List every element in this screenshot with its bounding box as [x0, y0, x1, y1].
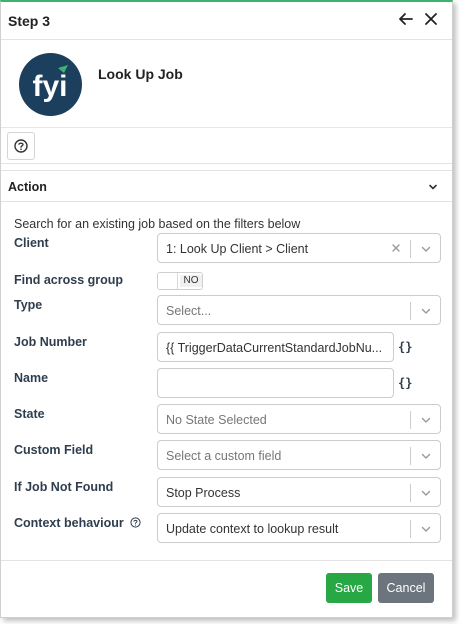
context-behaviour-label: Context behaviour — [14, 516, 141, 530]
chevron-down-icon[interactable] — [420, 450, 432, 462]
find-across-group-label: Find across group — [14, 273, 124, 287]
custom-field-label: Custom Field — [14, 443, 94, 457]
type-placeholder: Select... — [166, 304, 212, 318]
toggle-state-text: NO — [180, 275, 202, 287]
panel-footer: Save Cancel — [1, 560, 452, 618]
help-button[interactable] — [7, 132, 35, 160]
question-circle-icon[interactable] — [130, 517, 141, 528]
select-separator — [410, 411, 411, 429]
variable-picker-icon[interactable]: {} — [398, 340, 412, 354]
context-behaviour-label-text: Context behaviour — [14, 516, 124, 530]
custom-field-placeholder: Select a custom field — [166, 449, 282, 463]
select-separator — [410, 520, 411, 538]
step-card: fyi Look Up Job — [1, 40, 452, 128]
close-icon[interactable] — [420, 8, 442, 30]
select-separator — [410, 484, 411, 502]
custom-field-select[interactable]: Select a custom field — [157, 440, 441, 470]
if-job-not-found-value: Stop Process — [166, 486, 241, 500]
find-across-group-toggle[interactable]: NO — [157, 272, 203, 290]
logo-text: fyi — [32, 70, 67, 103]
arrow-left-icon[interactable] — [395, 8, 417, 30]
state-select[interactable]: No State Selected — [157, 404, 441, 434]
chevron-down-icon[interactable] — [420, 305, 432, 317]
name-input[interactable] — [157, 368, 394, 398]
job-number-input[interactable]: {{ TriggerDataCurrentStandardJobNu... — [157, 332, 394, 362]
action-title: Action — [8, 180, 47, 194]
panel-title: Step 3 — [8, 13, 51, 29]
select-separator — [410, 447, 411, 465]
chevron-down-icon — [427, 181, 439, 193]
help-row — [1, 128, 452, 164]
if-job-not-found-label: If Job Not Found — [14, 480, 114, 494]
step-name: Look Up Job — [98, 66, 183, 82]
select-separator — [410, 240, 411, 258]
name-label: Name — [14, 371, 49, 385]
state-placeholder: No State Selected — [166, 413, 267, 427]
clear-icon[interactable] — [390, 242, 402, 254]
action-section-header[interactable]: Action — [1, 170, 452, 202]
chevron-down-icon[interactable] — [420, 487, 432, 499]
step-editor-panel: Step 3 fyi Look Up Job Action Search for… — [0, 0, 453, 618]
type-label: Type — [14, 298, 43, 312]
state-label: State — [14, 407, 45, 421]
fyi-logo: fyi — [19, 53, 82, 116]
variable-picker-icon[interactable]: {} — [398, 376, 412, 390]
client-value: 1: Look Up Client > Client — [166, 242, 309, 256]
type-select[interactable]: Select... — [157, 295, 441, 325]
question-circle-icon — [14, 139, 28, 153]
context-behaviour-select[interactable]: Update context to lookup result — [157, 513, 441, 543]
chevron-down-icon[interactable] — [420, 523, 432, 535]
job-number-label: Job Number — [14, 335, 87, 349]
cancel-button[interactable]: Cancel — [378, 573, 434, 603]
chevron-down-icon[interactable] — [420, 243, 432, 255]
job-number-value: {{ TriggerDataCurrentStandardJobNu... — [166, 341, 383, 355]
chevron-down-icon[interactable] — [420, 414, 432, 426]
action-description: Search for an existing job based on the … — [14, 217, 301, 231]
toggle-knob — [158, 273, 178, 289]
select-separator — [410, 302, 411, 320]
client-label: Client — [14, 236, 49, 250]
client-select[interactable]: 1: Look Up Client > Client — [157, 233, 441, 263]
if-job-not-found-select[interactable]: Stop Process — [157, 477, 441, 507]
context-behaviour-value: Update context to lookup result — [166, 522, 339, 536]
panel-header: Step 3 — [1, 2, 452, 40]
save-button[interactable]: Save — [326, 573, 372, 603]
